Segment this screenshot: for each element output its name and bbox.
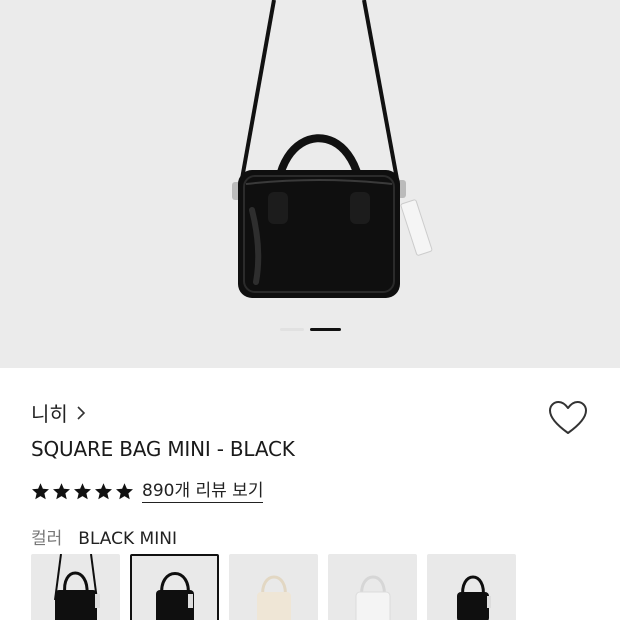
rating-row: 890개 리뷰 보기 <box>31 480 264 503</box>
star-filled-icon <box>95 483 112 500</box>
color-option-row: 컬러 BLACK MINI <box>31 524 177 549</box>
product-title: SQUARE BAG MINI - BLACK <box>31 437 295 461</box>
swatch-black-mini-strap[interactable] <box>31 554 120 620</box>
color-swatch-list <box>31 554 516 620</box>
swatch-image <box>457 575 491 620</box>
star-filled-icon <box>32 483 49 500</box>
swatch-black-mini-strap-alt[interactable] <box>427 554 516 620</box>
swatch-image <box>355 575 391 620</box>
swatch-image <box>54 554 100 620</box>
star-filled-icon <box>116 483 133 500</box>
pager-dot-active[interactable] <box>310 328 341 331</box>
color-label: 컬러 <box>31 529 63 549</box>
swatch-ivory-mini[interactable] <box>229 554 318 620</box>
pager-dot[interactable] <box>280 328 304 331</box>
product-image-carousel[interactable] <box>0 0 620 368</box>
carousel-pager <box>0 328 620 332</box>
brand-name: 니히 <box>31 402 68 426</box>
swatch-image <box>156 572 194 620</box>
rating-stars <box>31 482 134 501</box>
brand-link[interactable]: 니히 <box>31 398 86 427</box>
heart-outline-icon[interactable] <box>548 400 588 436</box>
swatch-image <box>257 575 291 620</box>
color-value: BLACK MINI <box>78 529 177 549</box>
star-filled-icon <box>74 483 91 500</box>
review-link[interactable]: 890개 리뷰 보기 <box>142 480 264 503</box>
product-image <box>232 0 433 298</box>
star-filled-icon <box>53 483 70 500</box>
chevron-right-icon <box>77 405 85 420</box>
swatch-white-mini[interactable] <box>328 554 417 620</box>
swatch-black-mini[interactable] <box>130 554 219 620</box>
